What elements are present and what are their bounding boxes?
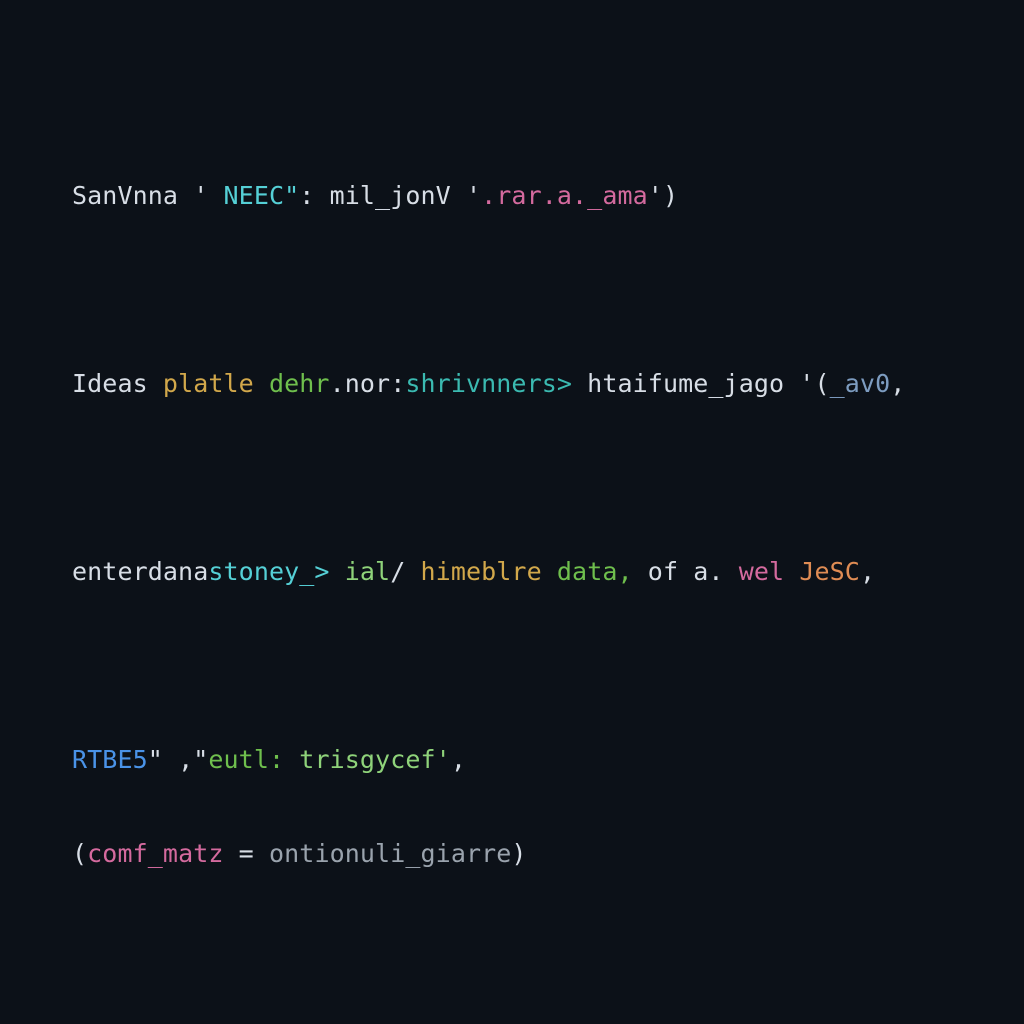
- token: .rar.a._ama: [481, 181, 648, 210]
- token: _av0: [830, 369, 891, 398]
- token: /: [390, 557, 420, 586]
- blank-line: [72, 454, 968, 501]
- token: himeblre: [421, 557, 542, 586]
- token: .nor:: [330, 369, 406, 398]
- code-editor-viewport[interactable]: SanVnna ' NEEC": mil_jonV '.rar.a._ama')…: [0, 0, 1024, 1024]
- code-line: enterdanastoney_> ial/ himeblre data, of…: [72, 548, 968, 595]
- token: of a.: [633, 557, 724, 586]
- code-line: iowen_linbot) : doniier(.gmeteret;: [72, 1018, 968, 1024]
- token: trisgycef': [284, 745, 451, 774]
- token: platle: [148, 369, 254, 398]
- token: '): [648, 181, 678, 210]
- token: stoney_>: [208, 557, 329, 586]
- code-line: RTBE5" ,"eutl: trisgycef',: [72, 736, 968, 783]
- token: htaifume_jago ': [572, 369, 814, 398]
- token: shrivnners>: [405, 369, 572, 398]
- token: ontionuli_giarre: [269, 839, 511, 868]
- token: eutl:: [208, 745, 284, 774]
- token: =: [224, 839, 269, 868]
- token: ): [511, 839, 526, 868]
- token: ,: [890, 369, 905, 398]
- token: enterdana: [72, 557, 208, 586]
- token: (: [814, 369, 829, 398]
- code-line: (comf_matz = ontionuli_giarre): [72, 830, 968, 877]
- token: RTBE5: [72, 745, 148, 774]
- blank-line: [72, 642, 968, 689]
- token: : mil_jonV ': [299, 181, 481, 210]
- token: SanVnna ': [72, 181, 208, 210]
- token: ,: [451, 745, 466, 774]
- token: NEEC": [208, 181, 299, 210]
- token: " ,": [148, 745, 209, 774]
- token: ial: [330, 557, 391, 586]
- token: comf_matz: [87, 839, 223, 868]
- token: ,: [860, 557, 875, 586]
- blank-line: [72, 266, 968, 313]
- code-line: Ideas platle dehr.nor:shrivnners> htaifu…: [72, 360, 968, 407]
- token: wel: [724, 557, 785, 586]
- token: (: [72, 839, 87, 868]
- token: JeSC: [784, 557, 860, 586]
- token: dehr: [254, 369, 330, 398]
- token: Ideas: [72, 369, 148, 398]
- code-line: SanVnna ' NEEC": mil_jonV '.rar.a._ama'): [72, 172, 968, 219]
- token: data,: [542, 557, 633, 586]
- blank-line: [72, 924, 968, 971]
